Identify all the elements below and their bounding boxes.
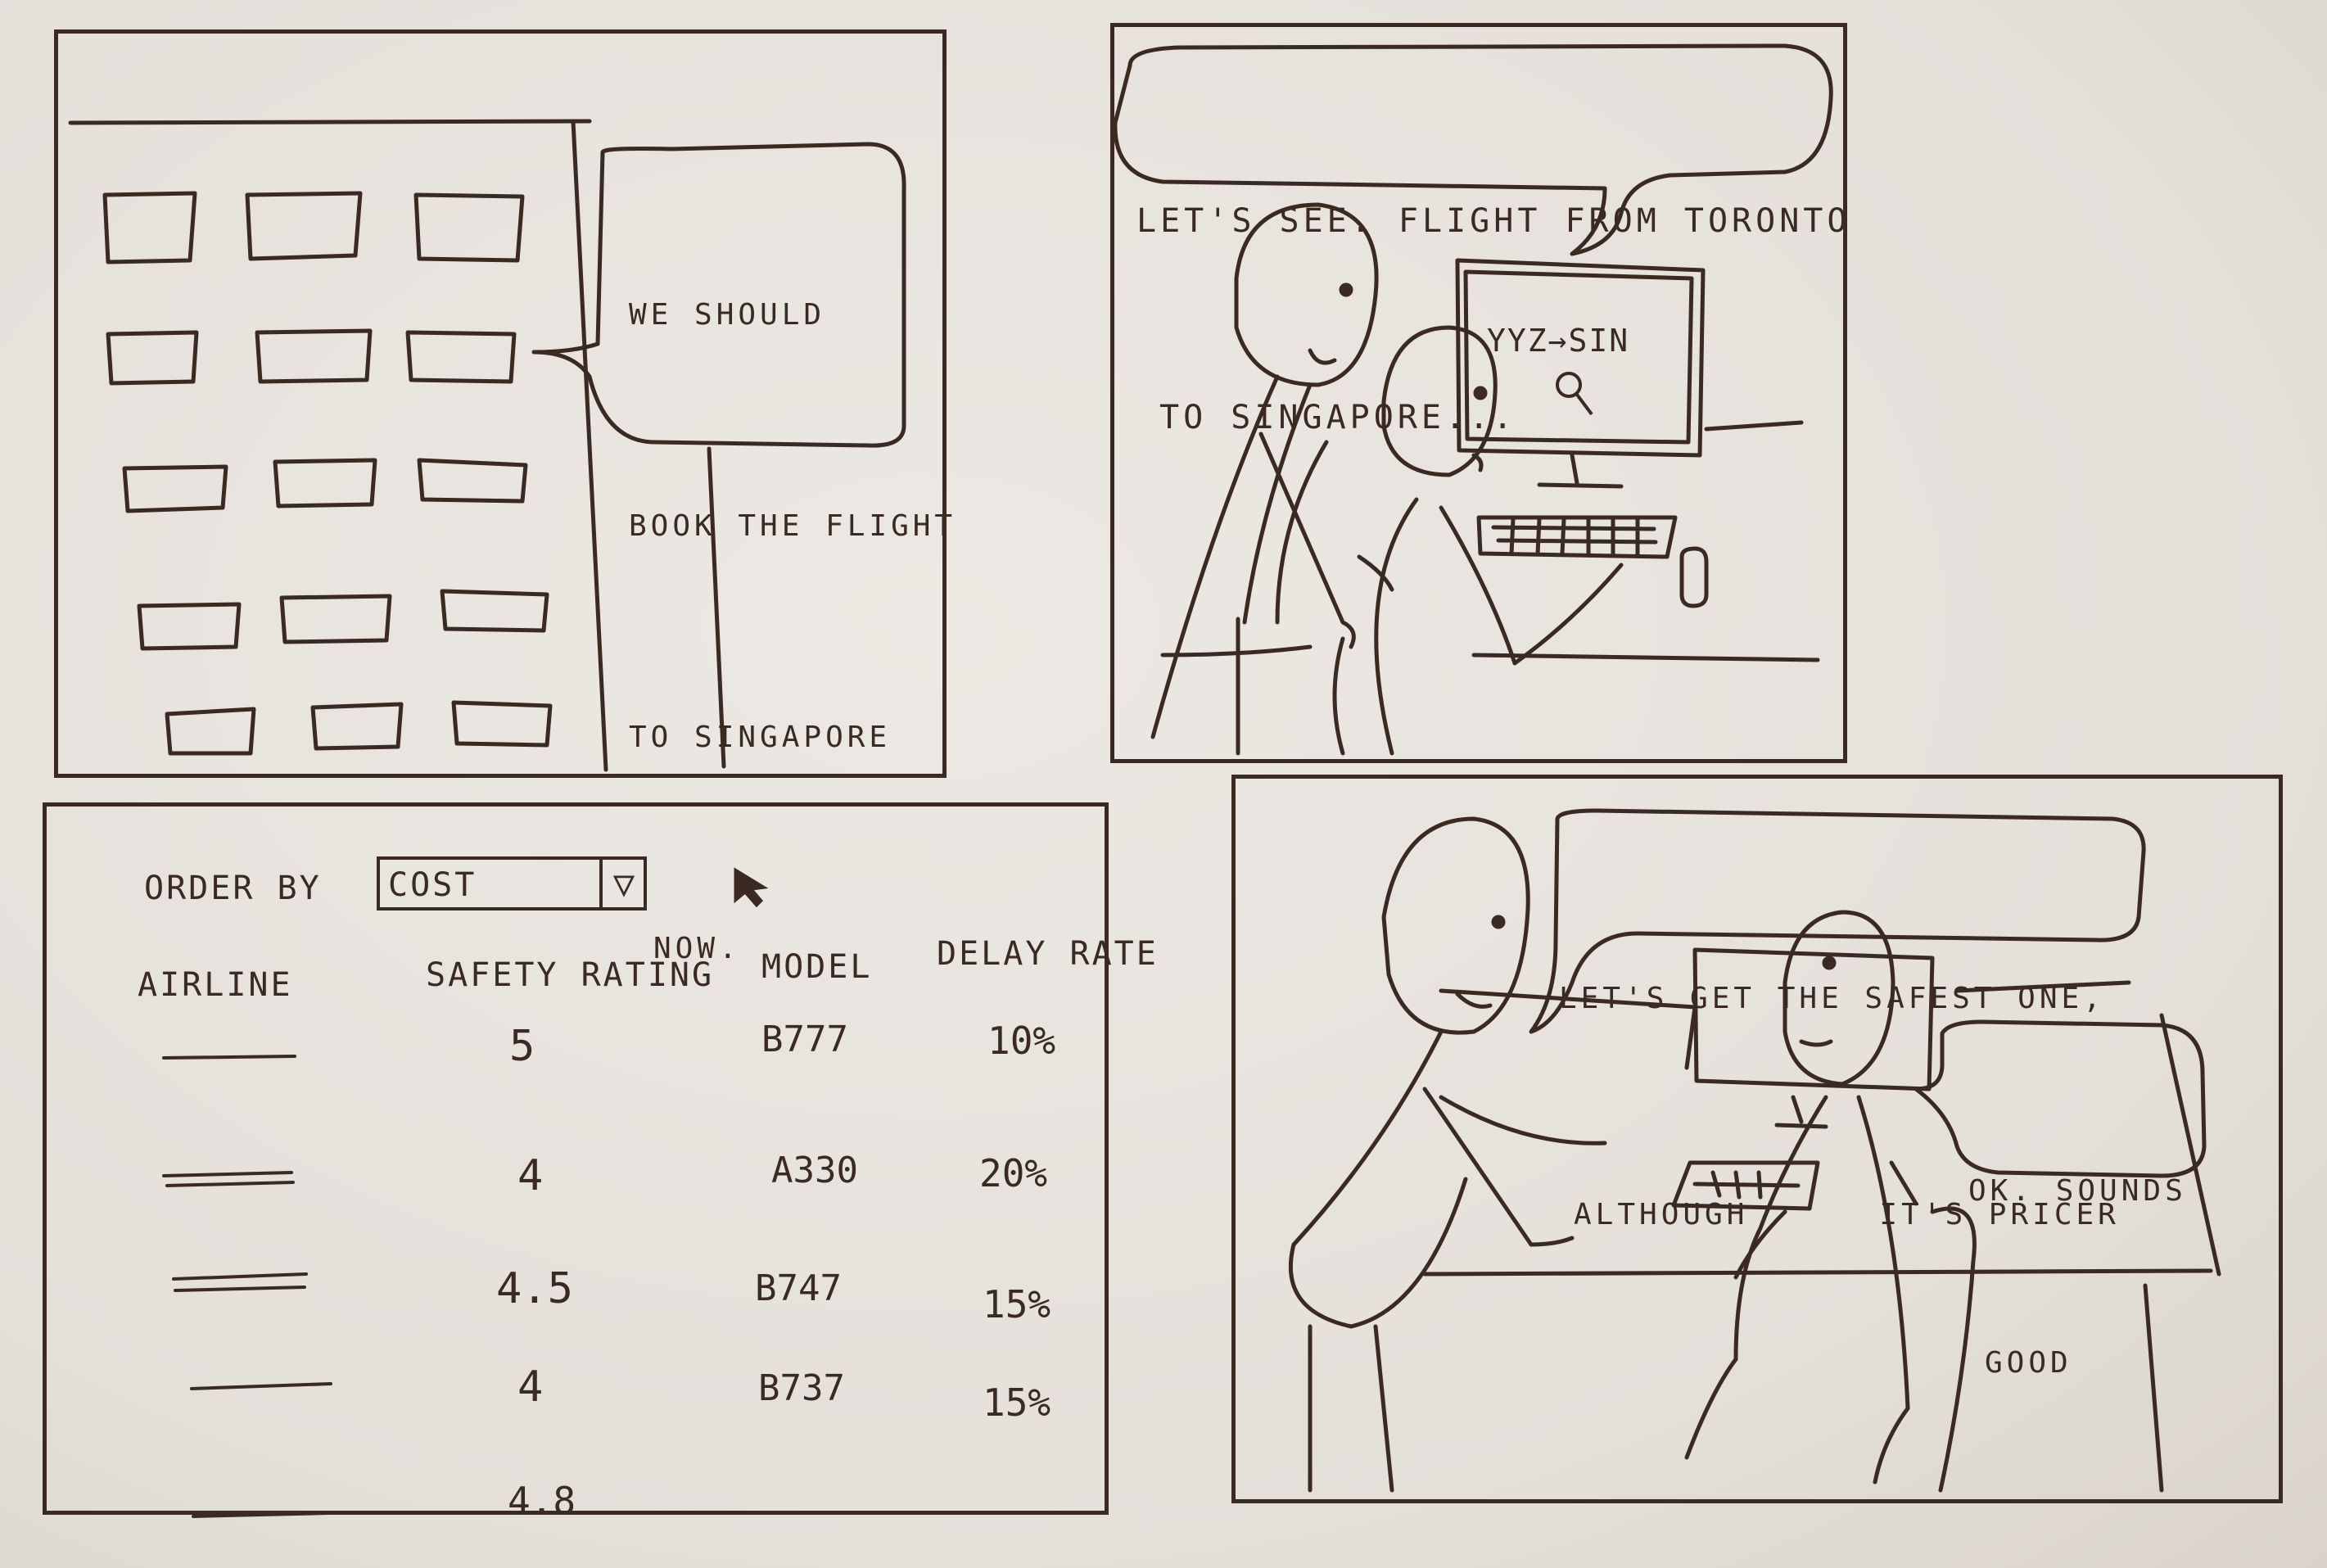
speech-line: GOOD	[1985, 1346, 2072, 1380]
speech-line: LET'S GET THE SAFEST ONE,	[1559, 982, 2105, 1015]
speech-line: OK. SOUNDS	[1968, 1174, 2187, 1208]
speech-text-right: OK. SOUNDS GOOD	[1968, 1048, 2187, 1449]
